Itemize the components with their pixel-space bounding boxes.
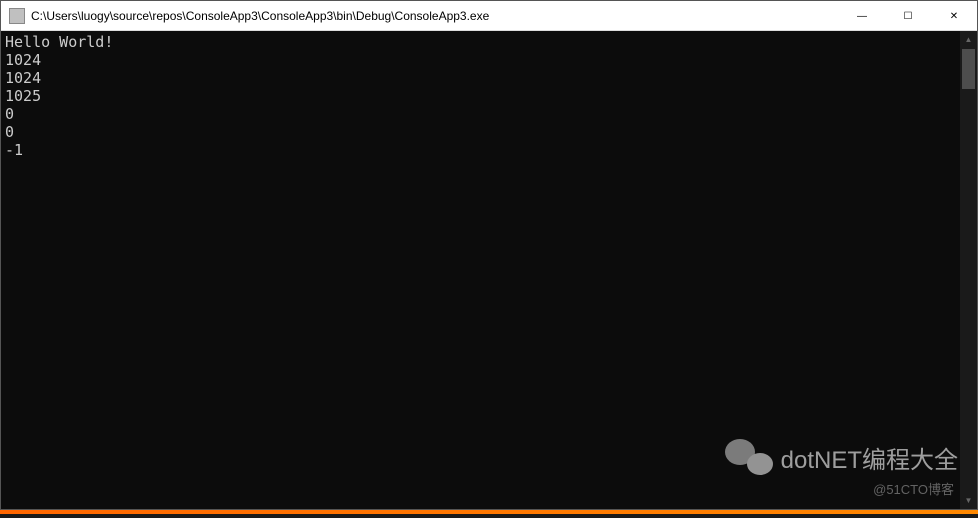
console-line: -1: [5, 141, 23, 159]
window-controls: — ☐ ✕: [839, 1, 977, 30]
console-window: C:\Users\luogy\source\repos\ConsoleApp3\…: [0, 0, 978, 510]
console-line: 1024: [5, 51, 41, 69]
scroll-thumb[interactable]: [962, 49, 975, 89]
minimize-button[interactable]: —: [839, 1, 885, 31]
window-title: C:\Users\luogy\source\repos\ConsoleApp3\…: [31, 9, 839, 23]
wechat-icon: [725, 437, 773, 477]
console-line: 0: [5, 123, 14, 141]
scroll-down-icon[interactable]: ▼: [960, 492, 977, 509]
taskbar-accent: [0, 510, 978, 514]
vertical-scrollbar[interactable]: ▲ ▼: [960, 31, 977, 509]
titlebar[interactable]: C:\Users\luogy\source\repos\ConsoleApp3\…: [1, 1, 977, 31]
app-icon: [9, 8, 25, 24]
watermark-main: dotNET编程大全: [725, 437, 958, 477]
console-line: 1024: [5, 69, 41, 87]
console-line: 0: [5, 105, 14, 123]
console-line: 1025: [5, 87, 41, 105]
maximize-button[interactable]: ☐: [885, 1, 931, 31]
watermark-sub: @51CTO博客: [873, 479, 954, 498]
console-line: Hello World!: [5, 33, 113, 51]
close-button[interactable]: ✕: [931, 1, 977, 31]
scroll-up-icon[interactable]: ▲: [960, 31, 977, 48]
watermark-text: dotNET编程大全: [781, 440, 958, 475]
watermark: dotNET编程大全 @51CTO博客: [725, 437, 958, 498]
